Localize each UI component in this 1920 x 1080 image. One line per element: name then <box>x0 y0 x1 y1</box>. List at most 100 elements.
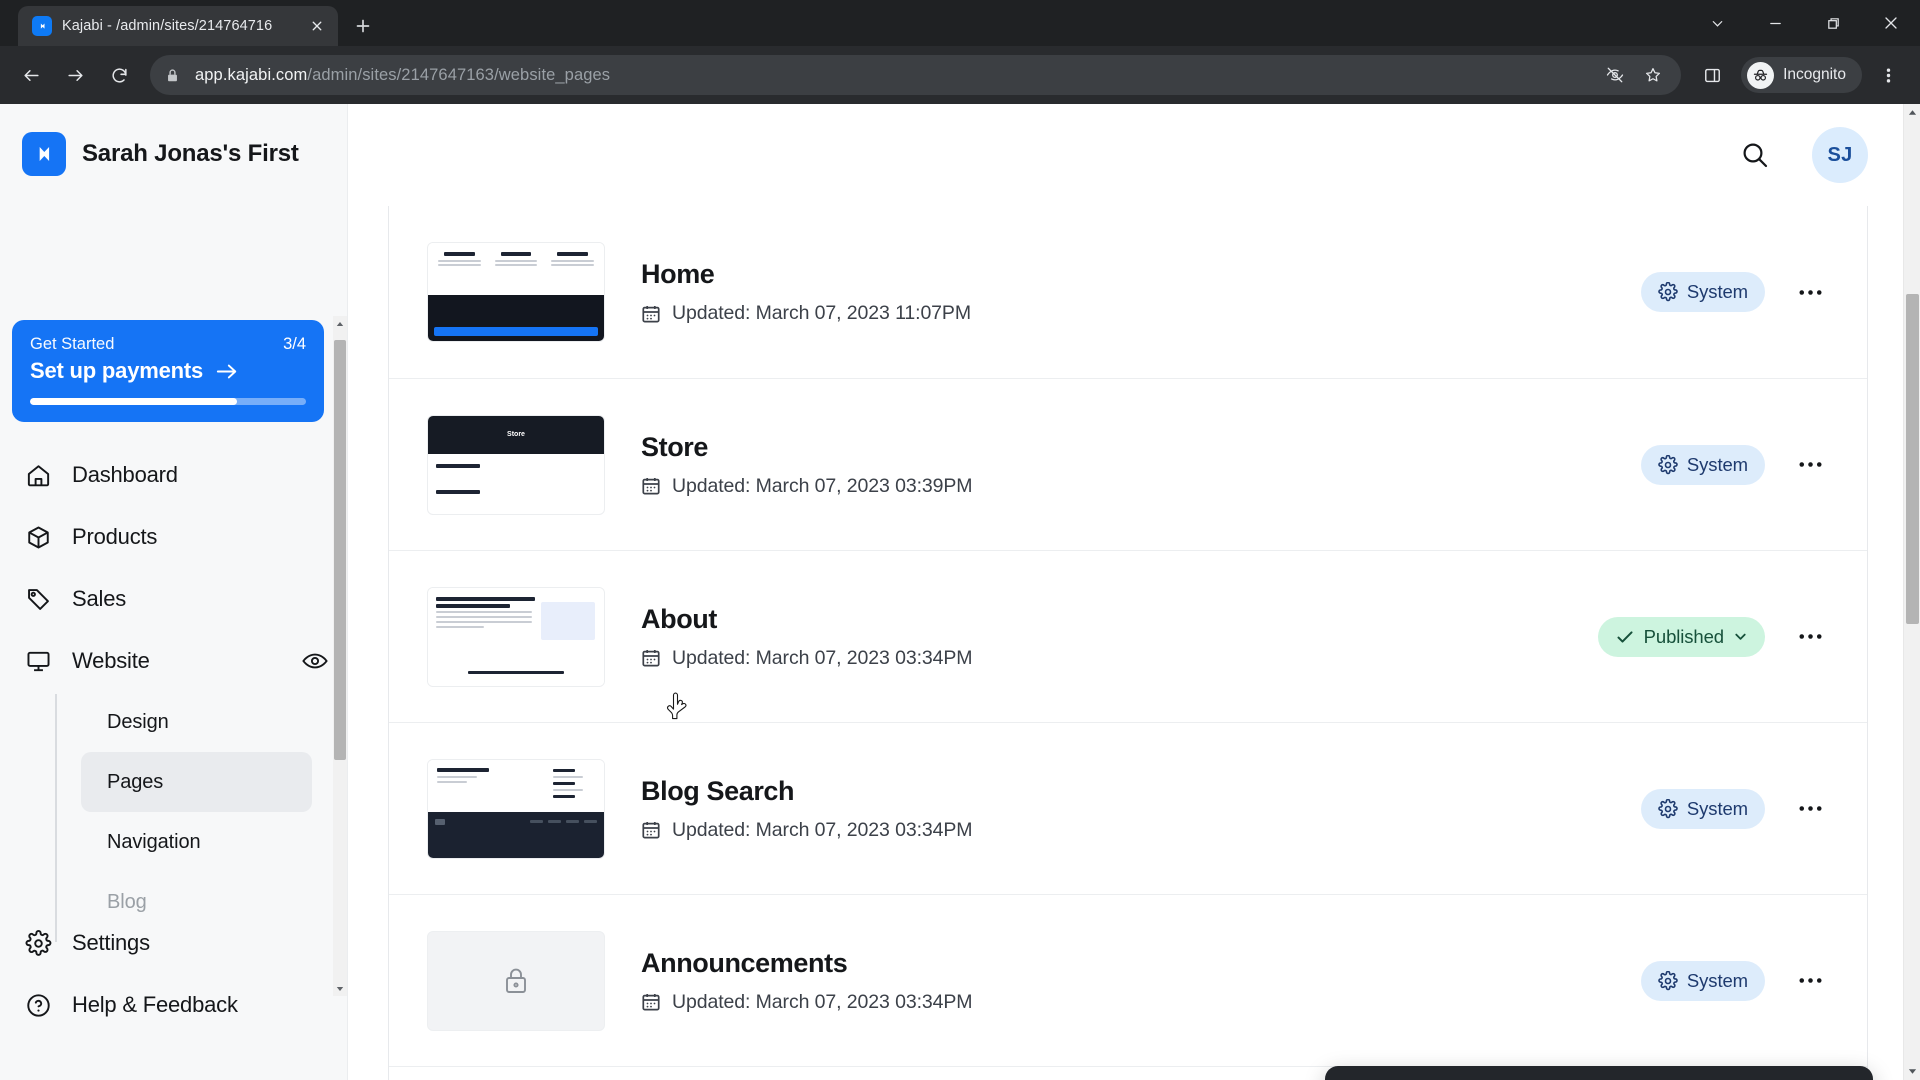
sidebar-item-help-feedback[interactable]: Help & Feedback <box>0 974 348 1036</box>
get-started-count: 3/4 <box>283 335 306 353</box>
incognito-icon <box>1747 61 1775 89</box>
url-host: app.kajabi.com <box>195 65 308 84</box>
forward-icon[interactable] <box>54 54 96 96</box>
page-updated-date: Updated: March 07, 2023 03:34PM <box>672 646 973 669</box>
get-started-label: Get Started <box>30 335 115 353</box>
page-updated-date: Updated: March 07, 2023 03:34PM <box>672 990 973 1013</box>
status-badge-label: System <box>1686 453 1748 475</box>
page-title: Store <box>641 431 709 462</box>
close-window-button[interactable] <box>1862 0 1920 46</box>
sidebar-item-label: Dashboard <box>72 462 178 487</box>
gear-icon <box>1658 798 1678 818</box>
reload-icon[interactable] <box>98 54 140 96</box>
site-name: Sarah Jonas's First <box>82 140 299 167</box>
calendar-icon <box>641 992 661 1012</box>
status-badge-label: System <box>1686 969 1748 991</box>
status-badge[interactable]: Published <box>1597 616 1765 657</box>
status-badge[interactable]: System <box>1640 272 1765 312</box>
kebab-menu-icon[interactable] <box>1787 442 1833 488</box>
sidebar-item-dashboard[interactable]: Dashboard <box>0 444 348 506</box>
sidebar-item-products[interactable]: Products <box>0 506 348 568</box>
locked-placeholder-thumbnail <box>427 930 605 1031</box>
tab-search-chevron-icon[interactable] <box>1688 0 1746 46</box>
calendar-icon <box>641 648 661 668</box>
window-controls <box>1688 0 1920 46</box>
page-scrollbar-thumb[interactable] <box>1906 294 1919 624</box>
back-icon[interactable] <box>10 54 52 96</box>
kebab-menu-icon[interactable] <box>1787 614 1833 660</box>
browser-window: Kajabi - /admin/sites/214764716 app.kaja… <box>0 0 1920 1080</box>
sidebar-scrollbar[interactable] <box>333 316 347 996</box>
sidebar-item-label: Products <box>72 524 158 549</box>
pages-list: Home Updated: March 07, 2023 11:07PM Sys… <box>388 206 1868 1080</box>
kajabi-logo-icon <box>22 132 66 176</box>
kebab-menu-icon[interactable] <box>1787 786 1833 832</box>
tag-icon <box>24 585 52 613</box>
sidebar-item-settings[interactable]: Settings <box>0 912 348 974</box>
page-updated-date: Updated: March 07, 2023 03:34PM <box>672 818 973 841</box>
table-row[interactable]: Announcements Updated: March 07, 2023 03… <box>389 894 1867 1066</box>
minimize-button[interactable] <box>1746 0 1804 46</box>
sidebar-subitem-label: Pages <box>107 770 164 793</box>
scroll-down-icon[interactable] <box>1904 1063 1920 1080</box>
incognito-label: Incognito <box>1783 66 1846 83</box>
sidebar-item-pages[interactable]: Pages <box>81 752 312 812</box>
page-scrollbar[interactable] <box>1903 104 1920 1080</box>
page-title: Blog Search <box>641 775 795 806</box>
restore-button[interactable] <box>1804 0 1862 46</box>
gear-icon <box>1658 282 1678 302</box>
scroll-up-icon[interactable] <box>1904 104 1920 121</box>
calendar-icon <box>641 304 661 324</box>
blog-search-page-thumbnail <box>427 758 605 859</box>
scroll-up-icon[interactable] <box>333 316 347 331</box>
status-badge[interactable]: System <box>1640 960 1765 1001</box>
gear-icon <box>24 929 52 957</box>
page-updated-date: Updated: March 07, 2023 11:07PM <box>672 302 971 324</box>
kebab-menu-icon[interactable] <box>1787 958 1833 1004</box>
table-row[interactable]: Store Store Updated: March 07, 2023 03:3… <box>389 378 1867 550</box>
table-row[interactable]: Blog Search Updated: March 07, 2023 03:3… <box>389 722 1867 894</box>
browser-toolbar: app.kajabi.com/admin/sites/2147647163/we… <box>0 46 1920 104</box>
new-tab-button[interactable] <box>346 9 380 43</box>
browser-menu-icon[interactable] <box>1868 55 1908 95</box>
table-row[interactable]: About Updated: March 07, 2023 03:34PM Pu… <box>389 550 1867 722</box>
sidebar-nav-list: Dashboard Products Sales Website Design … <box>0 444 348 942</box>
third-party-cookie-blocked-icon[interactable] <box>1597 57 1633 93</box>
toast-notification: Text has been copied to your clipboard <box>1325 1066 1873 1080</box>
get-started-card[interactable]: Get Started 3/4 Set up payments <box>12 320 324 422</box>
sidebar-subitem-label: Design <box>107 710 169 733</box>
sidebar-subitem-label: Blog <box>107 890 147 913</box>
incognito-profile-pill[interactable]: Incognito <box>1741 57 1862 93</box>
avatar[interactable]: SJ <box>1812 127 1868 183</box>
browser-tab[interactable]: Kajabi - /admin/sites/214764716 <box>18 6 338 46</box>
side-panel-icon[interactable] <box>1691 54 1733 96</box>
address-bar[interactable]: app.kajabi.com/admin/sites/2147647163/we… <box>150 55 1682 95</box>
check-icon <box>1617 630 1633 643</box>
sidebar-scrollbar-thumb[interactable] <box>334 340 346 760</box>
search-icon[interactable] <box>1738 138 1772 172</box>
thumbnail-header-text: Store <box>507 431 525 438</box>
kebab-menu-icon[interactable] <box>1787 269 1833 315</box>
browser-titlebar: Kajabi - /admin/sites/214764716 <box>0 0 1920 46</box>
sidebar-item-label: Settings <box>72 930 150 955</box>
kajabi-logo-icon <box>32 16 52 36</box>
sidebar-item-navigation[interactable]: Navigation <box>81 812 312 872</box>
brand[interactable]: Sarah Jonas's First <box>0 104 347 176</box>
table-row[interactable]: Home Updated: March 07, 2023 11:07PM Sys… <box>389 206 1867 378</box>
bookmark-star-icon[interactable] <box>1635 57 1671 93</box>
status-badge[interactable]: System <box>1640 788 1765 829</box>
get-started-action: Set up payments <box>30 358 204 383</box>
browser-tab-title: Kajabi - /admin/sites/214764716 <box>62 18 273 34</box>
chevron-down-icon <box>1735 633 1746 640</box>
sidebar-item-website[interactable]: Website <box>0 630 348 692</box>
sidebar-nav-scroll: Get Started 3/4 Set up payments Dashboar… <box>0 314 348 994</box>
sidebar-item-design[interactable]: Design <box>81 692 312 752</box>
sidebar-item-sales[interactable]: Sales <box>0 568 348 630</box>
home-page-thumbnail <box>427 242 605 342</box>
status-badge[interactable]: System <box>1640 444 1765 485</box>
close-icon[interactable] <box>306 15 328 37</box>
eye-icon[interactable] <box>302 648 328 674</box>
lock-icon <box>506 968 526 993</box>
store-page-thumbnail: Store <box>427 414 605 515</box>
page-title: Announcements <box>641 947 848 978</box>
